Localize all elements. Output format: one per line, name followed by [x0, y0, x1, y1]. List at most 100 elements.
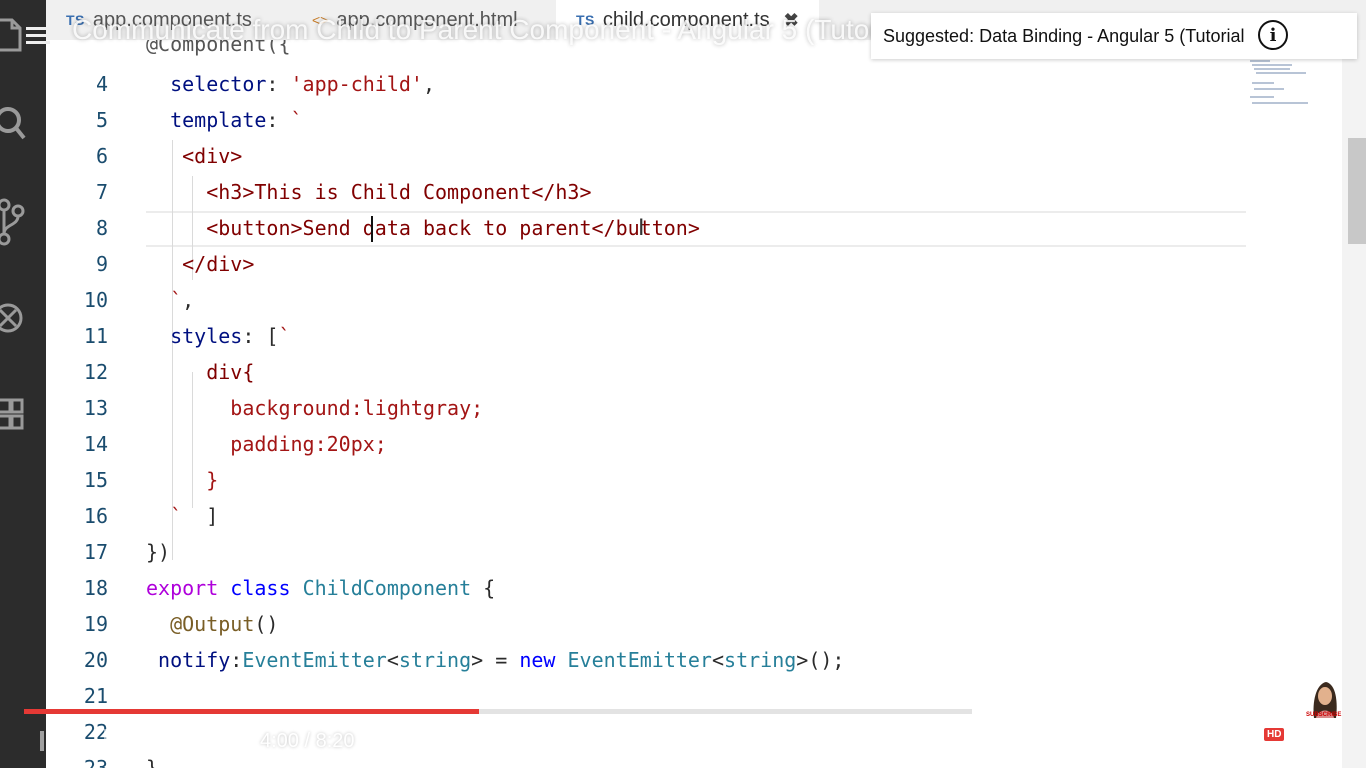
code-text: </div>	[146, 252, 254, 276]
line-number: 9	[95, 252, 108, 276]
code-line[interactable]: 19 @Output()	[46, 606, 1246, 642]
code-line[interactable]: 7 <h3>This is Child Component</h3>	[46, 174, 1246, 210]
code-token: EventEmitter	[242, 648, 387, 672]
code-token: ]	[182, 504, 219, 528]
code-token: > =	[471, 648, 520, 672]
time-display: 4:00 / 8:20	[260, 730, 355, 752]
code-line[interactable]: 12 div{	[46, 354, 1246, 390]
code-token: <button>Send data back to parent</button…	[146, 216, 700, 240]
code-line[interactable]: 9 </div>	[46, 246, 1246, 282]
exit-fullscreen-icon[interactable]	[1302, 728, 1330, 761]
code-line[interactable]: 4 selector: 'app-child',	[46, 66, 1246, 102]
code-token: string	[724, 648, 797, 672]
code-token: ChildComponent	[302, 576, 472, 600]
code-token: ,	[422, 72, 436, 96]
code-token: 'app-child'	[290, 72, 423, 96]
code-token: >();	[796, 648, 845, 672]
pause-icon[interactable]	[102, 728, 126, 759]
code-token: : [	[242, 324, 279, 348]
code-token: padding:20px;	[146, 432, 387, 456]
code-token: notify	[158, 648, 231, 672]
code-line[interactable]: 18 export class ChildComponent {	[46, 570, 1246, 606]
source-control-icon[interactable]	[0, 192, 46, 252]
code-text: template: `	[146, 108, 302, 132]
code-text: background:lightgray;	[146, 396, 483, 420]
code-line[interactable]: 16 ` ]	[46, 498, 1246, 534]
suggested-video-label: Suggested: Data Binding - Angular 5 (Tut…	[883, 25, 1245, 46]
code-token: })	[146, 540, 171, 564]
scrollbar-thumb[interactable]	[1348, 138, 1366, 244]
code-token: </div>	[146, 252, 255, 276]
previous-icon[interactable]	[40, 730, 64, 757]
code-token: EventEmitter	[567, 648, 712, 672]
line-number: 8	[95, 216, 108, 240]
search-icon[interactable]	[0, 94, 46, 154]
code-token: <	[386, 648, 399, 672]
video-progress-fill	[24, 709, 480, 714]
code-text: `,	[146, 288, 194, 312]
line-number: 7	[95, 180, 108, 204]
code-text: <button>Send data back to parent</button…	[146, 216, 700, 240]
code-token: `	[146, 504, 183, 528]
code-text: export class ChildComponent {	[146, 576, 495, 600]
code-text: @Output()	[146, 612, 278, 636]
code-line[interactable]: 10 `,	[46, 282, 1246, 318]
code-editor[interactable]: @Component({ 4 selector: 'app-child', 5 t…	[46, 40, 1342, 768]
menu-icon[interactable]	[26, 26, 50, 51]
video-controls: 4:00 / 8:20 HD	[0, 716, 1366, 768]
line-number: 4	[95, 72, 108, 96]
line-number: 13	[83, 396, 108, 420]
code-line[interactable]: 15 }	[46, 462, 1246, 498]
debug-icon[interactable]	[0, 288, 46, 348]
code-line[interactable]: 5 template: `	[46, 102, 1246, 138]
line-number: 21	[83, 684, 108, 708]
minimap[interactable]	[1246, 58, 1316, 114]
activity-bar	[0, 0, 46, 768]
code-text: }	[146, 468, 218, 492]
code-token: ,	[182, 288, 195, 312]
code-text: padding:20px;	[146, 432, 387, 456]
code-line[interactable]: 11 styles: [`	[46, 318, 1246, 354]
extensions-icon[interactable]	[0, 384, 46, 444]
code-token: :	[230, 648, 243, 672]
code-token: new	[519, 648, 556, 672]
code-token: }	[146, 468, 219, 492]
chevron-down-icon[interactable]	[676, 730, 692, 748]
code-line[interactable]: 6 <div>	[46, 138, 1246, 174]
code-line[interactable]: 20 notify:EventEmitter<string> = new Eve…	[46, 642, 1246, 678]
code-token: :	[266, 108, 291, 132]
next-icon[interactable]	[162, 730, 186, 757]
volume-icon[interactable]	[212, 726, 244, 761]
code-token: {	[471, 576, 496, 600]
suggested-video-card[interactable]: Suggested: Data Binding - Angular 5 (Tut…	[871, 13, 1357, 59]
info-icon[interactable]: i	[1258, 20, 1288, 50]
code-token: class	[230, 576, 291, 600]
line-number: 11	[83, 324, 108, 348]
code-token: :	[266, 72, 291, 96]
code-token: selector	[170, 72, 267, 96]
code-line[interactable]: 17})	[46, 534, 1246, 570]
code-token: export	[146, 576, 219, 600]
video-progress-bar[interactable]	[24, 709, 972, 714]
line-number: 5	[95, 108, 108, 132]
line-number: 19	[83, 612, 108, 636]
vertical-scrollbar[interactable]	[1342, 40, 1366, 768]
hd-badge: HD	[1264, 728, 1285, 741]
code-token: <h3>This is Child Component</h3>	[146, 180, 592, 204]
line-number: 12	[83, 360, 108, 384]
mouse-ibeam-icon: I	[638, 216, 645, 241]
code-token: `	[278, 324, 291, 348]
text-cursor	[371, 216, 373, 242]
line-number: 20	[83, 648, 108, 672]
code-token: template	[170, 108, 267, 132]
video-title[interactable]: Communicate from Child to Parent Compone…	[72, 14, 900, 46]
code-line[interactable]: 8 <button>Send data back to parent</butt…	[46, 210, 1246, 246]
code-line[interactable]: 14 padding:20px;	[46, 426, 1246, 462]
code-line[interactable]: 13 background:lightgray;	[46, 390, 1246, 426]
